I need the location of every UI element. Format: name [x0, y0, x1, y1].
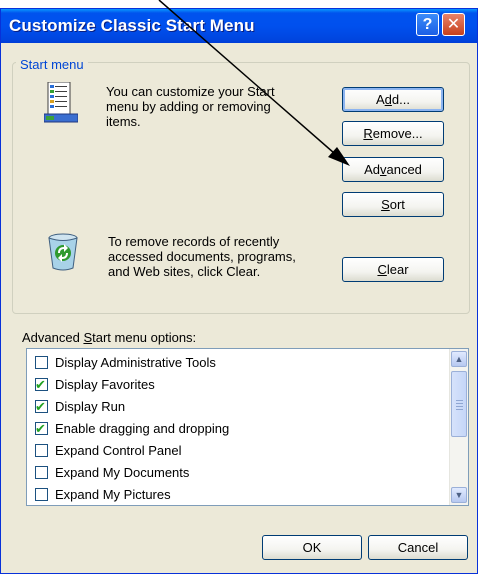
annotation-arrow [158, 0, 350, 166]
